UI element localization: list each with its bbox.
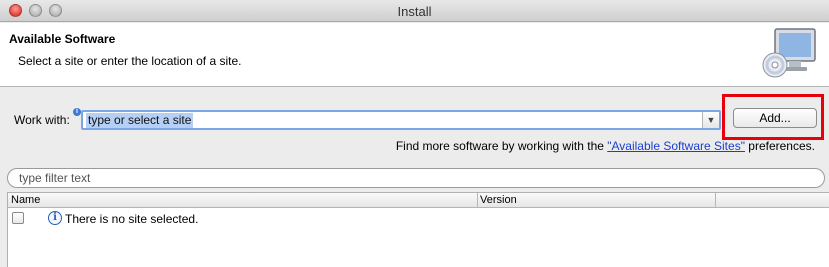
page-description: Select a site or enter the location of a…: [18, 54, 242, 68]
row-checkbox[interactable]: [12, 212, 24, 224]
find-more-suffix: preferences.: [744, 139, 815, 153]
column-divider[interactable]: [715, 193, 716, 208]
page-title: Available Software: [9, 32, 116, 46]
add-site-button[interactable]: Add...: [733, 108, 817, 128]
wizard-header: Available Software Select a site or ente…: [0, 23, 829, 87]
column-header-name[interactable]: Name: [11, 194, 40, 207]
column-header-version[interactable]: Version: [480, 194, 517, 207]
column-divider[interactable]: [477, 193, 478, 208]
row-text: There is no site selected.: [65, 212, 199, 226]
available-software-sites-link[interactable]: "Available Software Sites": [607, 139, 745, 153]
software-table: Name Version i There is no site selected…: [7, 192, 829, 267]
title-bar: Install: [0, 0, 829, 22]
window-title: Install: [397, 4, 432, 19]
info-decoration-icon: i: [73, 108, 81, 116]
work-with-combo[interactable]: type or select a site ▼: [81, 110, 721, 130]
install-software-icon: [762, 28, 816, 78]
chevron-down-icon[interactable]: ▼: [702, 112, 719, 128]
info-icon: i: [48, 211, 62, 225]
work-with-input[interactable]: type or select a site: [86, 113, 194, 128]
find-more-text: Find more software by working with the "…: [396, 139, 815, 153]
work-with-label: Work with:: [14, 113, 70, 127]
find-more-prefix: Find more software by working with the: [395, 139, 608, 153]
table-header: Name Version: [8, 193, 829, 208]
table-row[interactable]: i There is no site selected.: [8, 210, 829, 228]
filter-placeholder: type filter text: [19, 171, 91, 185]
filter-input[interactable]: type filter text: [7, 168, 825, 188]
